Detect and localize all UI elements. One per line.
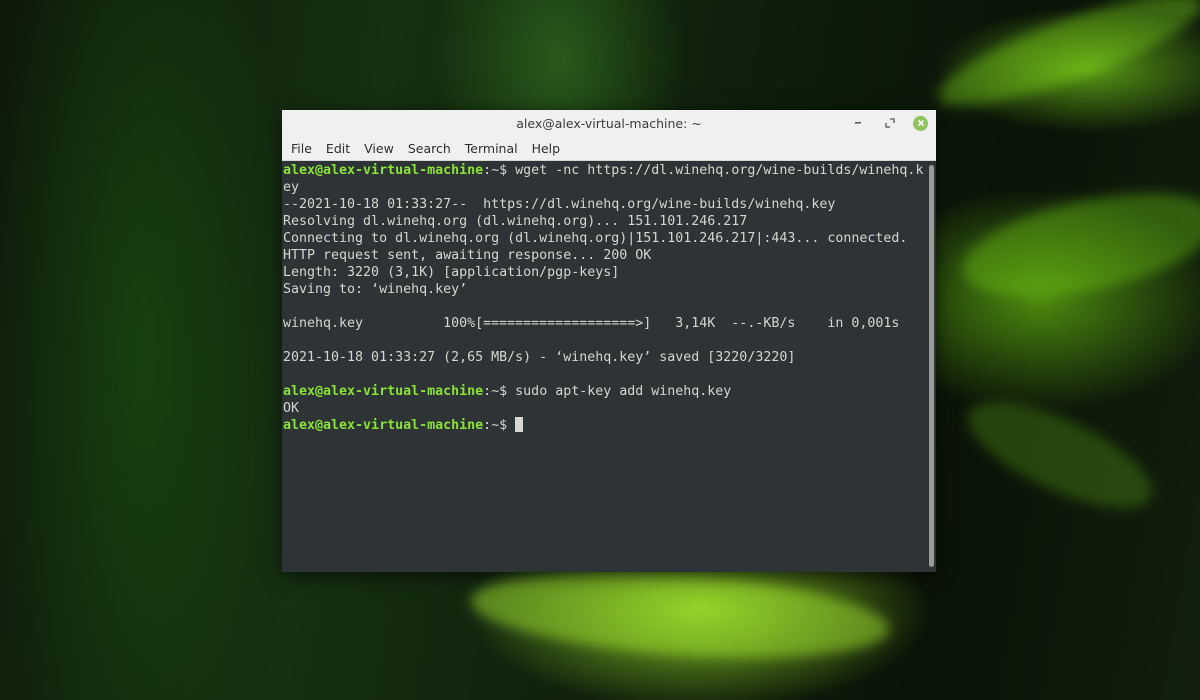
wallpaper-glow bbox=[953, 173, 1200, 317]
command-text: sudo apt-key add winehq.key bbox=[515, 384, 732, 399]
terminal-output[interactable]: alex@alex-virtual-machine:~$ wget -nc ht… bbox=[282, 161, 927, 572]
output-line: HTTP request sent, awaiting response... … bbox=[283, 248, 652, 263]
window-controls bbox=[849, 114, 928, 132]
close-icon[interactable] bbox=[913, 115, 928, 131]
terminal-lines: alex@alex-virtual-machine:~$ wget -nc ht… bbox=[282, 161, 927, 434]
prompt-user: alex@alex-virtual-machine bbox=[283, 163, 484, 178]
prompt-path: :~$ bbox=[483, 163, 516, 178]
title-bar[interactable]: alex@alex-virtual-machine: ~ bbox=[282, 110, 936, 136]
prompt-path: :~$ bbox=[483, 418, 516, 433]
desktop-wallpaper: alex@alex-virtual-machine: ~ File Edit V… bbox=[0, 0, 1200, 700]
output-line: winehq.key 100%[===================>] 3,… bbox=[283, 316, 900, 331]
scrollbar[interactable] bbox=[927, 161, 936, 572]
prompt-line: alex@alex-virtual-machine:~$ sudo apt-ke… bbox=[283, 383, 927, 400]
output-line: Connecting to dl.winehq.org (dl.winehq.o… bbox=[283, 231, 908, 246]
wallpaper-glow bbox=[467, 560, 893, 670]
wallpaper-glow bbox=[954, 381, 1166, 529]
menu-search[interactable]: Search bbox=[401, 139, 458, 158]
window-title: alex@alex-virtual-machine: ~ bbox=[516, 115, 702, 131]
menu-terminal[interactable]: Terminal bbox=[458, 139, 525, 158]
prompt-user: alex@alex-virtual-machine bbox=[283, 384, 484, 399]
menu-bar: File Edit View Search Terminal Help bbox=[282, 136, 936, 161]
menu-file[interactable]: File bbox=[284, 139, 319, 158]
output-line: OK bbox=[283, 401, 300, 416]
menu-help[interactable]: Help bbox=[525, 139, 568, 158]
menu-edit[interactable]: Edit bbox=[319, 139, 357, 158]
output-line: Resolving dl.winehq.org (dl.winehq.org).… bbox=[283, 214, 748, 229]
minimize-icon[interactable] bbox=[849, 114, 867, 132]
output-line: --2021-10-18 01:33:27-- https://dl.wineh… bbox=[283, 197, 836, 212]
maximize-icon[interactable] bbox=[881, 114, 899, 132]
scrollbar-thumb[interactable] bbox=[929, 165, 934, 567]
output-line: Saving to: ‘winehq.key’ bbox=[283, 282, 468, 297]
command-text: wget -nc https://dl.winehq.org/wine-buil… bbox=[515, 163, 924, 178]
prompt-path: :~$ bbox=[483, 384, 516, 399]
prompt-line: alex@alex-virtual-machine:~$ wget -nc ht… bbox=[283, 162, 927, 179]
output-line: ey bbox=[283, 180, 300, 195]
terminal-window: alex@alex-virtual-machine: ~ File Edit V… bbox=[282, 110, 936, 572]
output-line: Length: 3220 (3,1K) [application/pgp-key… bbox=[283, 265, 620, 280]
prompt-line: alex@alex-virtual-machine:~$ bbox=[283, 417, 927, 434]
text-cursor bbox=[515, 417, 524, 432]
wallpaper-glow bbox=[928, 0, 1200, 127]
prompt-user: alex@alex-virtual-machine bbox=[283, 418, 484, 433]
menu-view[interactable]: View bbox=[357, 139, 401, 158]
output-line: 2021-10-18 01:33:27 (2,65 MB/s) - ‘wineh… bbox=[283, 350, 796, 365]
